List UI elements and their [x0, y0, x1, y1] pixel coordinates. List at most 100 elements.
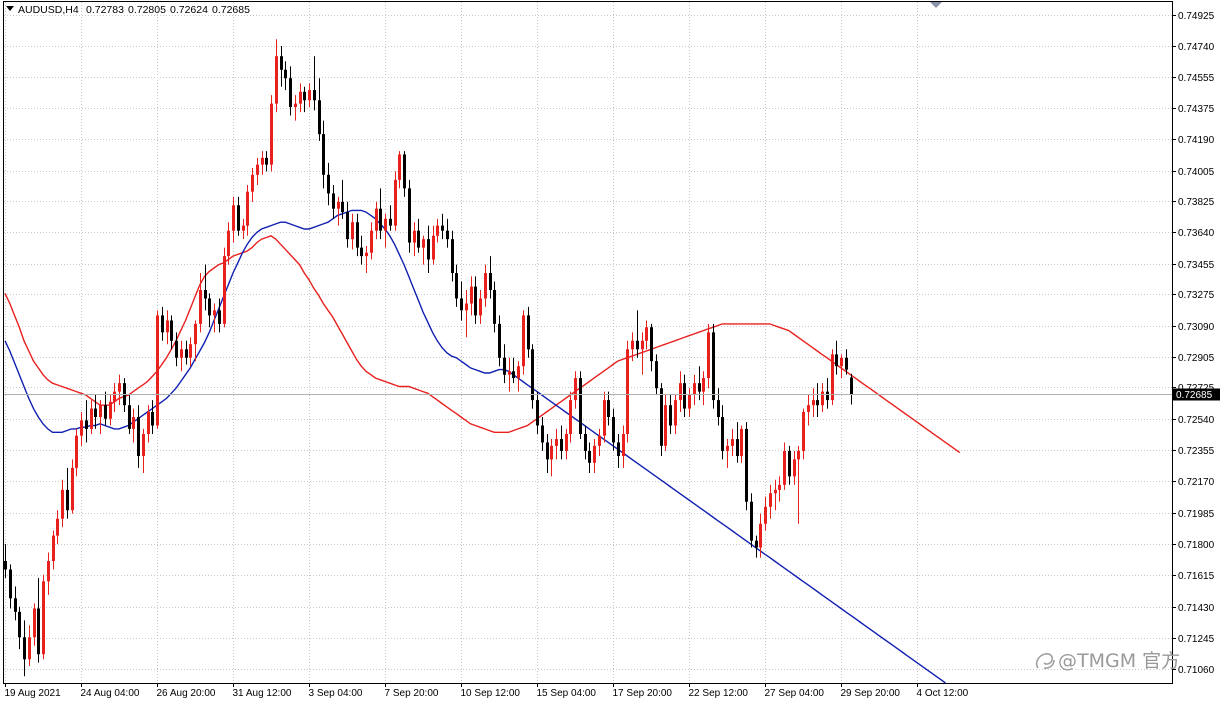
candle-body [588, 450, 591, 463]
candle-body [835, 354, 838, 367]
candle-body [764, 506, 767, 524]
y-tick-label: 0.72170 [1178, 477, 1215, 488]
candle-body [641, 340, 644, 350]
candle-body [232, 205, 235, 231]
candle-body [379, 208, 382, 231]
y-tick-label: 0.73455 [1178, 260, 1215, 271]
candle-body [313, 90, 316, 101]
candle-body [318, 100, 321, 135]
candle-body [826, 391, 829, 401]
watermark: @TMGM 官方 [1035, 650, 1180, 672]
candle [579, 371, 582, 440]
candle-body [707, 332, 710, 379]
candle-body [432, 235, 435, 260]
candle-body [151, 411, 154, 426]
candle-body [536, 400, 539, 426]
candle-body [261, 157, 264, 165]
candle-body [14, 598, 17, 612]
candle-body [446, 230, 449, 240]
candle-body [375, 208, 378, 231]
x-tick-label: 15 Sep 04:00 [537, 688, 597, 699]
symbol-label: AUDUSD,H4 [18, 4, 79, 16]
candle-body [80, 420, 83, 436]
candle-body [85, 420, 88, 429]
candle-body [840, 357, 843, 367]
candle-body [598, 435, 601, 446]
price-chart[interactable]: 0.74925 0.74740 0.74555 0.74375 0.74190 0.740… [0, 0, 1227, 702]
candle-body [731, 439, 734, 446]
candle-body [408, 188, 411, 243]
candle-body [489, 273, 492, 290]
x-tick-label: 26 Aug 20:00 [157, 688, 216, 699]
candle-body [33, 608, 36, 638]
y-tick-label: 0.72540 [1178, 415, 1215, 426]
candle-body [199, 289, 202, 324]
candle-body [403, 154, 406, 189]
candle-body [555, 439, 558, 446]
x-tick-label: 22 Sep 12:00 [689, 688, 749, 699]
candle-body [831, 354, 834, 401]
candle-body [569, 400, 572, 434]
y-tick-label: 0.71615 [1178, 571, 1215, 582]
candle [156, 310, 159, 429]
candle-body [227, 230, 230, 257]
candle [42, 574, 45, 660]
candle-body [807, 405, 810, 412]
candle-body [512, 371, 515, 379]
candle-body [774, 489, 777, 494]
candle-body [332, 193, 335, 209]
candle-body [541, 425, 544, 443]
candle-body [503, 357, 506, 375]
candle-body [655, 361, 658, 389]
current-price-tag: 0.72685 [1172, 388, 1220, 401]
chart-header: AUDUSD,H4 0.72783 0.72805 0.72624 0.7268… [6, 4, 250, 16]
current-price-label: 0.72685 [1176, 390, 1213, 401]
watermark-text: @TMGM 官方 [1058, 650, 1180, 672]
candle-body [237, 205, 240, 231]
candle-body [42, 581, 45, 655]
candle-body [104, 405, 107, 419]
candle-body [213, 310, 216, 316]
candle-body [71, 467, 74, 511]
candle-body [745, 428, 748, 502]
candle-body [284, 69, 287, 79]
candle-body [460, 298, 463, 311]
candle-body [289, 78, 292, 108]
candle-body [778, 484, 781, 490]
candle-body [531, 349, 534, 401]
candle-body [755, 540, 758, 548]
candle-body [726, 445, 729, 451]
candle-body [612, 417, 615, 443]
candle-body [256, 164, 259, 175]
candle [270, 95, 273, 172]
candle-body [645, 327, 648, 341]
candle-body [550, 445, 553, 460]
candle-body [783, 450, 786, 485]
candle-body [736, 439, 739, 456]
candle-body [170, 320, 173, 341]
candle-body [4, 561, 7, 570]
candle-body [61, 489, 64, 519]
candle-body [631, 340, 634, 350]
candle-body [223, 256, 226, 324]
y-tick-label: 0.74005 [1178, 167, 1215, 178]
x-tick-label: 31 Aug 12:00 [233, 688, 292, 699]
candle-body [47, 561, 50, 582]
candle-body [341, 201, 344, 213]
x-tick-label: 4 Oct 12:00 [917, 688, 969, 699]
candle [626, 340, 629, 443]
chart-canvas[interactable]: 0.74925 0.74740 0.74555 0.74375 0.74190 0.740… [0, 0, 1227, 702]
candle-body [427, 239, 430, 260]
candle-body [194, 323, 197, 345]
candle-body [498, 323, 501, 358]
candle-body [113, 391, 116, 402]
candle-body [275, 56, 278, 104]
candle-body [508, 371, 511, 375]
candle-body [593, 445, 596, 463]
candle-body [308, 90, 311, 101]
candle [831, 349, 834, 406]
candle-body [356, 222, 359, 248]
candle-body [721, 417, 724, 451]
candle-body [436, 225, 439, 236]
candle [531, 344, 534, 409]
